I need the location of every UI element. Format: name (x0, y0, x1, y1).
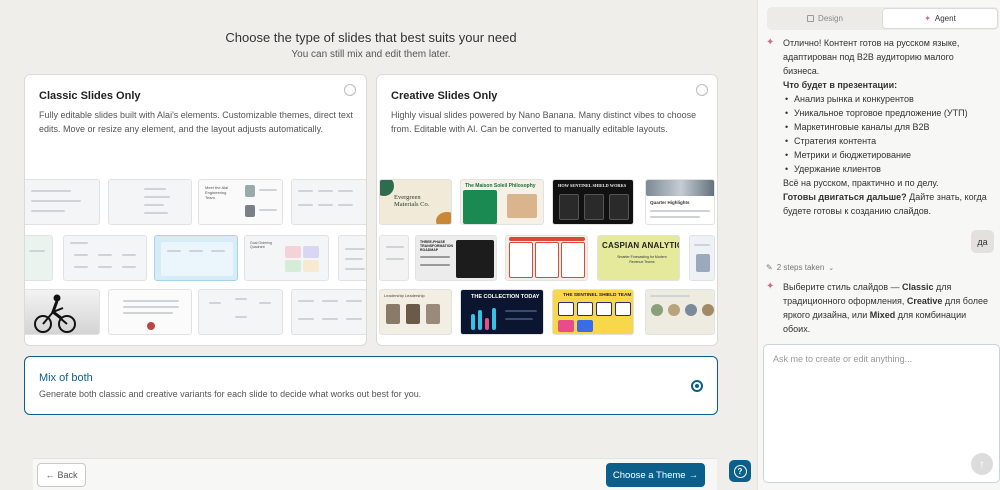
edit-icon: ✎ (766, 263, 773, 272)
classic-thumbnail (108, 289, 192, 335)
agent-message-intro: Отлично! Контент готов на русском языке,… (783, 38, 960, 76)
outro-plain: Всё на русском, практично и по делу. (783, 178, 939, 188)
list-item: Метрики и бюджетирование (783, 148, 998, 162)
tab-design[interactable]: Design (768, 8, 882, 29)
classic-team-title: Meet the Alai Engineering Team (205, 185, 229, 200)
caspian-subtitle: Smarter Forecasting for Modern Revenue T… (617, 255, 667, 264)
maison-thumbnail: The Maison Soleil Philosophy (460, 179, 544, 225)
list-item: Удержание клиентов (783, 162, 998, 176)
send-button[interactable]: ↑ (971, 453, 993, 475)
maison-title: The Maison Soleil Philosophy (465, 183, 536, 189)
msg-bold: Creative (906, 296, 943, 306)
agent-message: Отлично! Контент готов на русском языке,… (783, 36, 998, 218)
classic-option-title: Classic Slides Only (39, 90, 141, 102)
leadership-title: Leadership Leadership (384, 293, 425, 298)
agent-list-heading: Что будет в презентации: (783, 80, 898, 90)
classic-thumbnail (25, 235, 53, 281)
collection-thumbnail: THE COLLECTION TODAY (460, 289, 544, 335)
list-item: Стратегия контента (783, 134, 998, 148)
classic-thumbnail (63, 235, 147, 281)
list-item: Маркетинговые каналы для B2B (783, 120, 998, 134)
classic-thumbnail (198, 289, 283, 335)
three-phase-thumbnail: THREE-PHASE TRANSFORMATION ROADMAP (415, 235, 497, 281)
mix-radio-selected[interactable] (691, 380, 703, 392)
quarter-title: Quarter Highlights (650, 200, 690, 205)
design-icon (807, 15, 815, 22)
choose-theme-label: Choose a Theme (612, 469, 686, 481)
chat-input[interactable] (764, 345, 999, 482)
arrow-right-icon: → (688, 469, 699, 481)
creative-thumbnail (689, 235, 715, 281)
mix-option-description: Generate both classic and creative varia… (39, 389, 422, 399)
arrow-left-icon: ← (45, 470, 55, 480)
sentinel-team-title: THE SENTINEL SHIELD TEAM (563, 293, 632, 298)
classic-matrix-title: Goal Ordering Quadrant (250, 241, 272, 249)
sparkle-icon: ✦ (766, 37, 775, 48)
list-item: Уникальное торговое предложение (УТП) (783, 106, 998, 120)
help-icon: ? (733, 464, 747, 478)
msg-text: Выберите стиль слайдов — (783, 282, 903, 292)
leadership-thumbnail: Leadership Leadership (379, 289, 452, 335)
outro-bold: Готовы двигаться дальше? (783, 192, 907, 202)
back-button[interactable]: ← Back (37, 463, 86, 487)
classic-thumbnail (154, 235, 238, 281)
evergreen-thumbnail: Evergreen Materials Co. (379, 179, 452, 225)
classic-option-description: Fully editable slides built with Alai's … (39, 110, 353, 134)
sparkle-icon: ✦ (924, 14, 931, 23)
steps-label: 2 steps taken (776, 263, 825, 272)
classic-thumbnail: Goal Ordering Quadrant (244, 235, 329, 281)
msg-bold: Mixed (869, 310, 896, 320)
creative-thumbnail (379, 235, 409, 281)
creative-option-description: Highly visual slides powered by Nano Ban… (391, 110, 697, 134)
quarter-thumbnail: Quarter Highlights (645, 179, 715, 225)
sparkle-icon: ✦ (766, 281, 775, 292)
caspian-thumbnail: CASPIAN ANALYTICS Smarter Forecasting fo… (597, 235, 680, 281)
cyclist-thumbnail (25, 289, 100, 335)
creative-radio[interactable] (696, 84, 708, 96)
collection-title: THE COLLECTION TODAY (471, 294, 540, 300)
agent-message-outro: Всё на русском, практично и по делу. Гот… (783, 176, 991, 218)
panel-tabs: Design ✦ Agent (767, 7, 999, 30)
tab-agent[interactable]: ✦ Agent (882, 8, 998, 29)
caspian-title: CASPIAN ANALYTICS (602, 241, 680, 250)
three-phase-title: THREE-PHASE TRANSFORMATION ROADMAP (420, 240, 453, 252)
main-area: Choose the type of slides that best suit… (0, 0, 757, 490)
agent-bullet-list: Анализ рынка и конкурентов Уникальное то… (783, 92, 998, 176)
chevron-down-icon: ⌄ (828, 264, 835, 272)
creative-option-title: Creative Slides Only (391, 90, 498, 102)
back-button-label: Back (57, 470, 78, 480)
tab-agent-label: Agent (934, 14, 956, 23)
classic-thumbnail (291, 179, 366, 225)
steps-toggle[interactable]: ✎ 2 steps taken ⌄ (766, 263, 834, 272)
help-button[interactable]: ? (729, 460, 751, 482)
creative-thumbnail (645, 289, 715, 335)
choose-theme-button[interactable]: Choose a Theme → (606, 463, 705, 487)
evergreen-title: Evergreen Materials Co. (394, 194, 430, 208)
creative-option-card[interactable]: Creative Slides Only Highly visual slide… (376, 74, 718, 346)
msg-bold: Classic (902, 282, 934, 292)
agent-message: Выберите стиль слайдов — Classic для тра… (783, 280, 993, 336)
classic-thumbnail (291, 289, 366, 335)
user-message: да (971, 230, 994, 253)
classic-thumbnail (25, 179, 100, 225)
chat-input-box: ↑ (763, 344, 1000, 483)
sentinel-works-thumbnail: HOW SENTINEL SHIELD WORKS (552, 179, 634, 225)
classic-option-card[interactable]: Classic Slides Only Fully editable slide… (24, 74, 367, 346)
mix-option-title: Mix of both (39, 372, 93, 384)
classic-thumbnail (108, 179, 192, 225)
mix-option-card[interactable]: Mix of both Generate both classic and cr… (24, 356, 718, 415)
agent-panel: Design ✦ Agent ✦ Отлично! Контент готов … (757, 0, 1000, 490)
classic-radio[interactable] (344, 84, 356, 96)
arrow-up-icon: ↑ (979, 457, 985, 471)
classic-thumbnail (338, 235, 366, 281)
sentinel-team-thumbnail: THE SENTINEL SHIELD TEAM (552, 289, 634, 335)
classic-thumbnail: Meet the Alai Engineering Team (198, 179, 283, 225)
page-subtitle: You can still mix and edit them later. (291, 49, 451, 60)
creative-thumbnail (505, 235, 588, 281)
sentinel-works-title: HOW SENTINEL SHIELD WORKS (558, 183, 627, 188)
tab-design-label: Design (818, 14, 843, 23)
page-title: Choose the type of slides that best suit… (225, 30, 517, 45)
list-item: Анализ рынка и конкурентов (783, 92, 998, 106)
